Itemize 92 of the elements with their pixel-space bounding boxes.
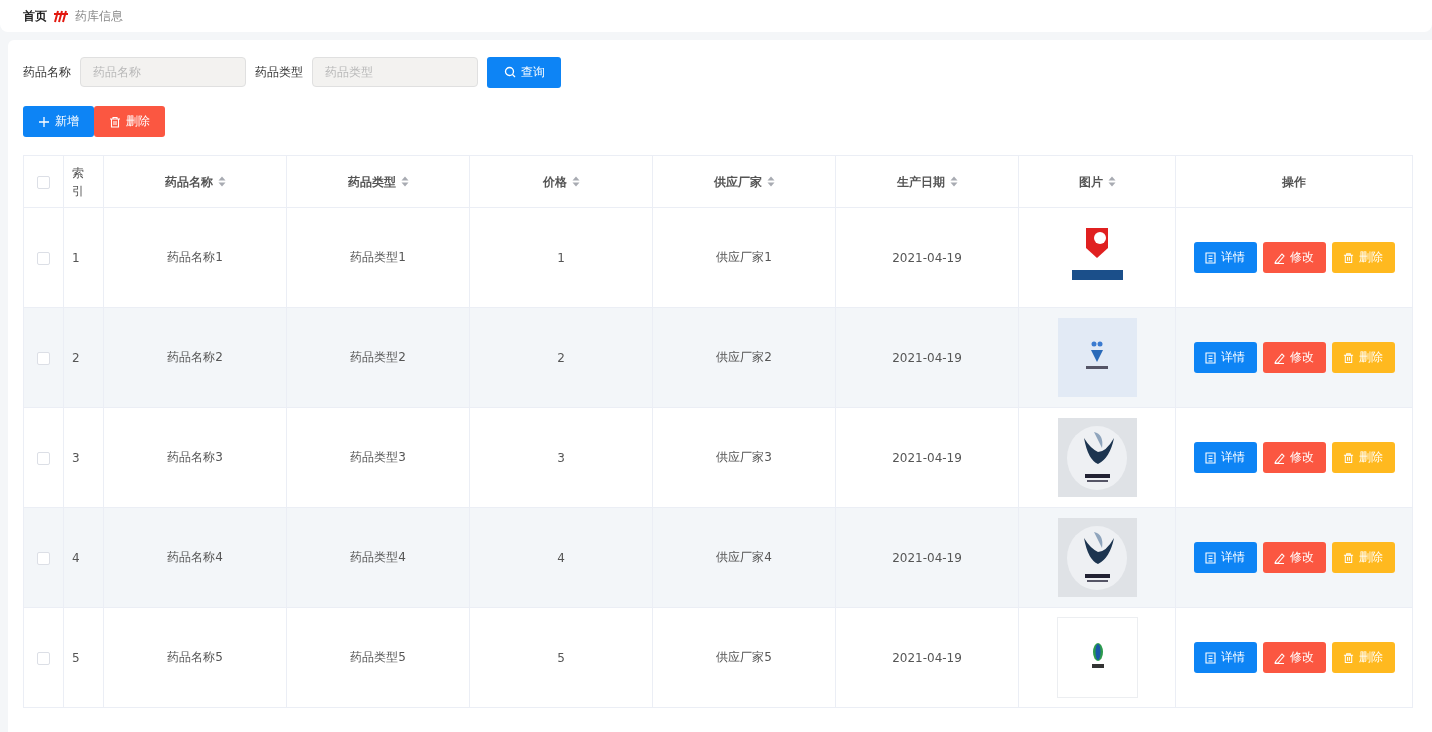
row-checkbox[interactable]	[37, 651, 50, 665]
field-label: 药品类型	[255, 63, 303, 81]
delete-button[interactable]: 删除	[1331, 642, 1395, 673]
edit-button[interactable]: 修改	[1262, 342, 1326, 373]
table-cell: 2021-04-19	[892, 550, 962, 565]
table-cell: 2021-04-19	[892, 250, 962, 265]
plus-icon	[38, 115, 50, 128]
document-icon	[1205, 351, 1216, 364]
edit-button[interactable]: 修改	[1262, 242, 1326, 273]
table-cell: 3	[557, 450, 565, 465]
document-icon	[1205, 651, 1216, 664]
table-cell: 药品名称5	[167, 650, 223, 664]
column-header: 供应厂家	[713, 173, 762, 191]
select-all-checkbox[interactable]	[37, 175, 50, 189]
table-cell: 1	[72, 250, 80, 265]
pencil-icon	[1274, 451, 1285, 464]
delete-button[interactable]: 删除	[1331, 342, 1395, 373]
column-header: 生产日期	[896, 173, 945, 191]
column-header: 索引	[72, 164, 85, 200]
separator-icon	[53, 9, 69, 23]
table-cell: 药品类型1	[350, 250, 406, 264]
table-cell: 2021-04-19	[892, 650, 962, 665]
sort-icon[interactable]	[949, 176, 958, 187]
document-icon	[1205, 551, 1216, 564]
table-cell: 供应厂家5	[716, 650, 772, 664]
edit-button[interactable]: 修改	[1262, 642, 1326, 673]
edit-button[interactable]: 修改	[1262, 442, 1326, 473]
delete-button[interactable]: 删除	[1331, 442, 1395, 473]
edit-button[interactable]: 修改	[1262, 542, 1326, 573]
delete-button[interactable]: 删除	[1331, 542, 1395, 573]
table-cell: 2021-04-19	[892, 350, 962, 365]
table-cell: 药品类型5	[350, 650, 406, 664]
row-checkbox[interactable]	[37, 351, 50, 365]
column-header: 价格	[542, 173, 567, 191]
table-cell: 4	[72, 550, 80, 565]
document-icon	[1205, 451, 1216, 464]
column-header: 图片	[1078, 173, 1103, 191]
trash-icon	[1343, 451, 1354, 464]
pencil-icon	[1274, 251, 1285, 264]
delete-button[interactable]: 删除	[1331, 242, 1395, 273]
row-checkbox[interactable]	[37, 451, 50, 465]
table-cell: 2	[72, 350, 80, 365]
sort-icon[interactable]	[400, 176, 409, 187]
table-cell: 2021-04-19	[892, 450, 962, 465]
sort-icon[interactable]	[1107, 176, 1116, 187]
detail-button[interactable]: 详情	[1193, 442, 1257, 473]
sort-icon[interactable]	[217, 176, 226, 187]
table-cell: 供应厂家2	[716, 350, 772, 364]
column-header: 药品名称	[164, 173, 213, 191]
table-cell: 药品类型2	[350, 350, 406, 364]
table-cell: 供应厂家1	[716, 250, 772, 264]
table-cell: 3	[72, 450, 80, 465]
sort-icon[interactable]	[766, 176, 775, 187]
field-label: 药品名称	[23, 63, 71, 81]
pencil-icon	[1274, 351, 1285, 364]
table-cell: 1	[557, 250, 565, 265]
delete-button[interactable]: 删除	[94, 106, 165, 137]
table-cell: 药品名称4	[167, 550, 223, 564]
row-checkbox[interactable]	[37, 251, 50, 265]
row-checkbox[interactable]	[37, 551, 50, 565]
sort-icon[interactable]	[571, 176, 580, 187]
table-cell: 药品类型4	[350, 550, 406, 564]
search-icon	[503, 66, 516, 78]
trash-icon	[1343, 551, 1354, 564]
trash-icon	[1343, 651, 1354, 664]
table-cell: 4	[557, 550, 565, 565]
table-cell: 5	[72, 650, 80, 665]
trash-icon	[1343, 251, 1354, 264]
trash-icon	[109, 115, 121, 128]
pencil-icon	[1274, 551, 1285, 564]
search-button[interactable]: 查询	[487, 56, 561, 88]
search-field[interactable]: 药品名称	[80, 57, 246, 87]
table-cell: 供应厂家3	[716, 450, 772, 464]
pencil-icon	[1274, 651, 1285, 664]
detail-button[interactable]: 详情	[1193, 242, 1257, 273]
breadcrumb-home[interactable]: 首页	[23, 7, 47, 25]
table-cell: 药品名称2	[167, 350, 223, 364]
column-header: 药品类型	[347, 173, 396, 191]
table-cell: 药品名称3	[167, 450, 223, 464]
table-cell: 5	[557, 650, 565, 665]
table-cell: 2	[557, 350, 565, 365]
detail-button[interactable]: 详情	[1193, 542, 1257, 573]
document-icon	[1205, 251, 1216, 264]
detail-button[interactable]: 详情	[1193, 342, 1257, 373]
trash-icon	[1343, 351, 1354, 364]
table-cell: 药品名称1	[167, 250, 223, 264]
breadcrumb-current: 药库信息	[75, 7, 123, 25]
detail-button[interactable]: 详情	[1193, 642, 1257, 673]
table-cell: 药品类型3	[350, 450, 406, 464]
table-cell: 供应厂家4	[716, 550, 772, 564]
column-header: 操作	[1282, 173, 1306, 191]
add-button[interactable]: 新增	[23, 106, 94, 137]
